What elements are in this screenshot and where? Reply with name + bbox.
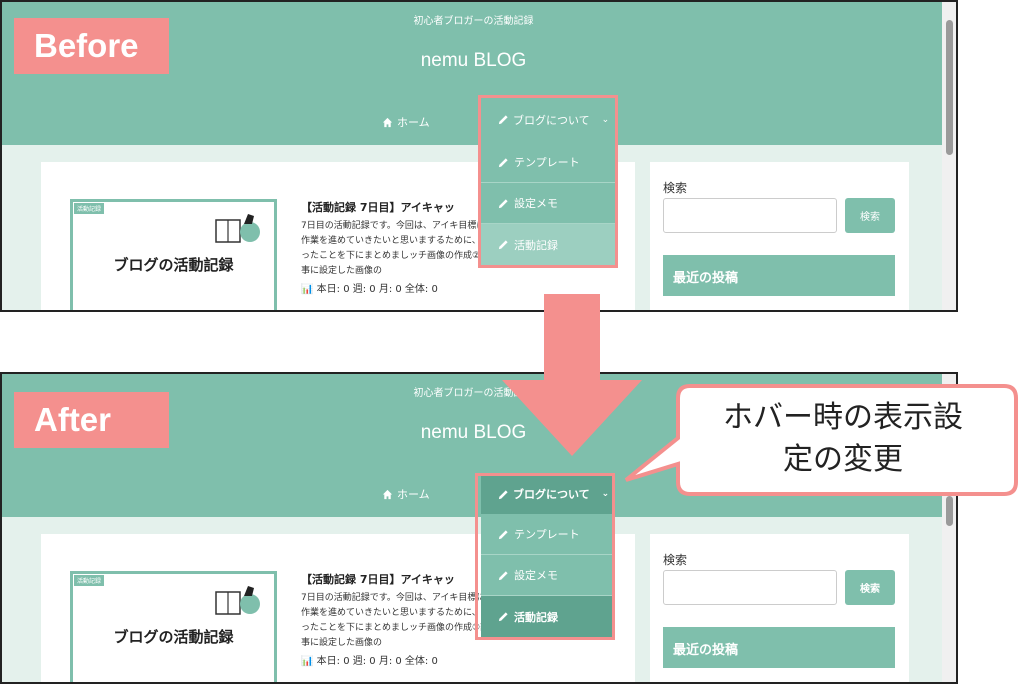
search-button[interactable]: 検索 bbox=[845, 570, 895, 605]
category-badge: 活動記録 bbox=[74, 203, 105, 214]
post-excerpt: 7日目の活動記録です。今回は、アイキ目標に作業を進めていきたいと思いまするために… bbox=[301, 221, 490, 276]
view-counts: 本日: 0 週: 0 月: 0 全体: 0 bbox=[316, 656, 438, 667]
search-input[interactable] bbox=[663, 570, 837, 605]
view-counter: 📊 本日: 0 週: 0 月: 0 全体: 0 bbox=[301, 280, 438, 295]
highlight-box bbox=[475, 473, 615, 640]
comparison-figure: 初心者ブロガーの活動記録 nemu BLOG ホーム ブログについて ⌄ 活動記… bbox=[0, 0, 1024, 684]
category-badge: 活動記録 bbox=[74, 575, 105, 586]
scrollbar-thumb[interactable] bbox=[946, 20, 953, 155]
thumbnail-title: ブログの活動記録 bbox=[113, 628, 234, 646]
search-label: 検索 bbox=[663, 181, 688, 195]
sidebar: 検索 検索 最近の投稿 bbox=[650, 534, 909, 682]
home-icon bbox=[382, 117, 393, 127]
bar-chart-icon: 📊 bbox=[301, 284, 314, 295]
callout-line-1: ホバー時の表示設 bbox=[723, 399, 963, 435]
nav-home-label: ホーム bbox=[397, 116, 430, 129]
post-title[interactable]: 【活動記録 7日目】アイキャッ bbox=[301, 571, 455, 587]
callout-text: ホバー時の表示設 定の変更 bbox=[668, 386, 1018, 491]
post-title[interactable]: 【活動記録 7日目】アイキャッ bbox=[301, 199, 455, 215]
before-label: Before bbox=[14, 18, 169, 74]
search-input[interactable] bbox=[663, 198, 837, 233]
mascot-illustration bbox=[215, 586, 260, 615]
scrollbar[interactable] bbox=[942, 2, 956, 310]
mascot-illustration bbox=[215, 214, 260, 243]
sidebar: 検索 検索 最近の投稿 bbox=[650, 162, 909, 310]
nav-home[interactable]: ホーム bbox=[382, 486, 430, 502]
thumbnail-title: ブログの活動記録 bbox=[113, 256, 234, 274]
post-excerpt: 7日目の活動記録です。今回は、アイキ目標に作業を進めていきたいと思いまするために… bbox=[301, 593, 490, 648]
post-thumbnail[interactable]: 活動記録 ブログの活動記録 bbox=[70, 199, 277, 310]
after-label: After bbox=[14, 392, 169, 448]
scrollbar-thumb[interactable] bbox=[946, 496, 953, 526]
nav-home-label: ホーム bbox=[397, 488, 430, 501]
bar-chart-icon: 📊 bbox=[301, 656, 314, 667]
search-button[interactable]: 検索 bbox=[845, 198, 895, 233]
recent-posts-heading: 最近の投稿 bbox=[663, 627, 895, 668]
highlight-box bbox=[478, 95, 618, 268]
view-counter: 📊 本日: 0 週: 0 月: 0 全体: 0 bbox=[301, 652, 438, 667]
search-label: 検索 bbox=[663, 553, 688, 567]
nav-home[interactable]: ホーム bbox=[382, 114, 430, 130]
recent-posts-heading: 最近の投稿 bbox=[663, 255, 895, 296]
home-icon bbox=[382, 489, 393, 499]
callout-line-2: 定の変更 bbox=[783, 441, 903, 477]
post-thumbnail[interactable]: 活動記録 ブログの活動記録 bbox=[70, 571, 277, 682]
view-counts: 本日: 0 週: 0 月: 0 全体: 0 bbox=[316, 284, 438, 295]
